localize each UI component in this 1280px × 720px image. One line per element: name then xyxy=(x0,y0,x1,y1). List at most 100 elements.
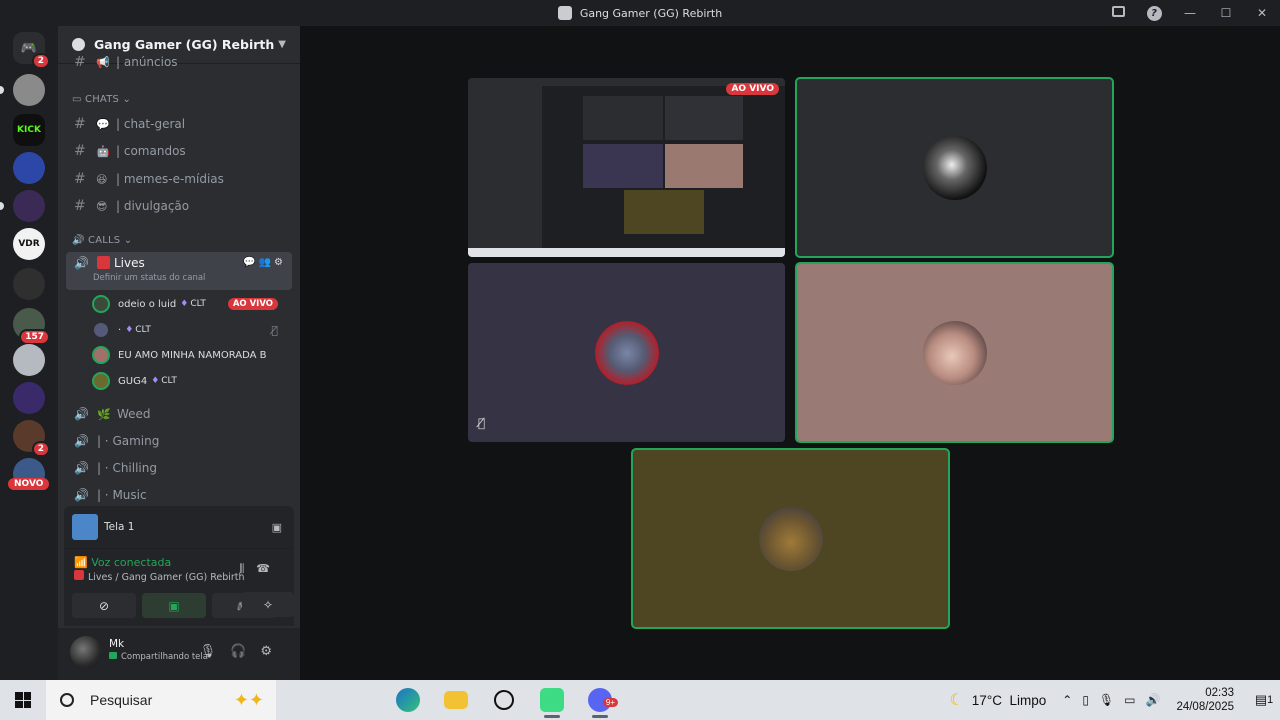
home-badge: 2 xyxy=(31,53,50,69)
voice-status[interactable]: 📶 Voz conectada xyxy=(74,556,171,569)
close-button[interactable]: ✕ xyxy=(1244,6,1280,20)
minimize-button[interactable]: — xyxy=(1172,6,1208,20)
channel-divulgacao[interactable]: # 😎 | divulgação xyxy=(66,193,292,219)
settings-gear-icon[interactable]: ⚙ xyxy=(260,644,286,659)
disconnect-icon[interactable]: ☎ xyxy=(256,562,282,575)
user-name: · xyxy=(118,324,122,336)
channel-memes[interactable]: # 😆 | memes-e-mídias xyxy=(66,166,292,192)
stop-stream-icon[interactable]: ▣ xyxy=(272,521,282,534)
server-avatar[interactable] xyxy=(13,344,45,376)
server-avatar[interactable] xyxy=(13,268,45,300)
discord-app-icon[interactable]: 9+ xyxy=(576,680,624,720)
tray-icons[interactable]: ⌃▯🎙▭🔊 xyxy=(1062,693,1170,707)
explorer-app-icon[interactable] xyxy=(432,680,480,720)
maximize-button[interactable]: ☐ xyxy=(1208,6,1244,20)
server-avatar[interactable] xyxy=(13,152,45,184)
vdr-server-icon[interactable]: VDR xyxy=(13,228,45,260)
category-chats[interactable]: ▭ CHATS ⌄ xyxy=(72,94,131,105)
kick-server-icon[interactable]: KICK xyxy=(13,114,45,146)
notif-count: 1 xyxy=(1267,694,1274,706)
channel-label: | divulgação xyxy=(116,199,190,213)
weather-widget[interactable]: ☾ 17°C Limpo xyxy=(949,690,1046,710)
server-avatar[interactable]: 2 xyxy=(13,420,50,457)
channel-label: | · Chilling xyxy=(96,461,157,475)
server-avatar[interactable] xyxy=(0,74,45,106)
channel-anuncios[interactable]: # 📢 | anúncios xyxy=(66,56,292,71)
server-badge: 157 xyxy=(19,329,50,345)
voice-channel-gaming[interactable]: 🔊 | · Gaming xyxy=(66,428,292,454)
stream-tile[interactable]: AO VIVO xyxy=(468,78,785,257)
weather-label: Limpo xyxy=(1009,692,1047,708)
edge-app-icon[interactable] xyxy=(384,680,432,720)
server-avatar[interactable] xyxy=(0,190,45,222)
microphone-icon[interactable]: 🎙 xyxy=(200,644,231,659)
sunglasses-emoji-icon: 😎 xyxy=(96,200,108,213)
android-app-icon[interactable] xyxy=(528,680,576,720)
notification-button[interactable]: ▤ 1 xyxy=(1248,692,1280,708)
help-icon[interactable]: ? xyxy=(1136,5,1172,21)
voice-stage: AO VIVO 🎙̸ xyxy=(300,26,1280,680)
clock[interactable]: 02:33 24/08/2025 xyxy=(1176,686,1234,714)
channel-status[interactable]: Definir um status do canal xyxy=(93,273,205,283)
leaf-emoji-icon: 🌿 xyxy=(96,408,111,421)
voice-user[interactable]: odeio o luid ♦ CLT AO VIVO xyxy=(92,292,292,316)
soundboard-button[interactable]: ✧ xyxy=(242,592,294,617)
user-tag: ♦ CLT xyxy=(151,376,177,386)
live-badge: AO VIVO xyxy=(227,298,278,310)
channel-chat-geral[interactable]: # 💬 | chat-geral xyxy=(66,111,292,137)
chatgpt-app-icon[interactable] xyxy=(480,680,528,720)
screen-share-panel[interactable]: Tela 1 ▣ xyxy=(64,506,294,548)
participant-tile[interactable] xyxy=(631,448,950,629)
voice-channel-music[interactable]: 🔊 | · Music xyxy=(66,482,292,506)
live-square-icon xyxy=(96,256,110,269)
voice-user[interactable]: · ♦ CLT 🎙̸ xyxy=(92,318,292,342)
voice-user[interactable]: GUG4 ♦ CLT xyxy=(92,369,292,393)
voice-user[interactable]: EU AMO MINHA NAMORADA B xyxy=(92,343,292,367)
discord-app: Gang Gamer (GG) Rebirth ? — ☐ ✕ 🎮 2 KICK… xyxy=(0,0,1280,720)
start-button[interactable] xyxy=(0,680,46,720)
live-badge: AO VIVO xyxy=(726,83,779,95)
channel-actions[interactable]: 💬👥⚙ xyxy=(243,257,286,268)
voice-location[interactable]: Lives / Gang Gamer (GG) Rebirth xyxy=(74,570,245,583)
participant-tile[interactable] xyxy=(795,262,1114,443)
voice-status-label: Voz conectada xyxy=(91,556,172,569)
stream-label: Tela 1 xyxy=(104,521,135,533)
discord-badge: 9+ xyxy=(602,698,618,707)
discord-home-icon[interactable]: 🎮 2 xyxy=(13,32,50,69)
speaker-icon: 🔊 xyxy=(74,407,89,421)
user-name: GUG4 xyxy=(118,375,148,387)
edge-icon xyxy=(396,688,420,712)
signal-icon: 📶 xyxy=(74,556,92,569)
channel-label: | · Music xyxy=(96,488,147,502)
hash-icon: # xyxy=(74,116,86,132)
date: 24/08/2025 xyxy=(1176,701,1234,713)
voice-channel-lives[interactable]: 🔊 Lives Definir um status do canal 💬👥⚙ xyxy=(66,252,292,290)
category-calls[interactable]: 🔊 CALLS ⌄ xyxy=(72,235,132,246)
android-icon xyxy=(540,688,564,712)
screen-share-button[interactable]: ▣ xyxy=(142,593,206,618)
temperature: 17°C xyxy=(971,692,1002,708)
taskbar-search[interactable]: Pesquisar ✦✦ xyxy=(46,680,276,720)
voice-channel-weed[interactable]: 🔊 🌿 Weed xyxy=(66,401,292,427)
inbox-icon[interactable] xyxy=(1100,6,1136,20)
participant-tile[interactable] xyxy=(795,77,1114,258)
folder-icon xyxy=(444,691,468,709)
participant-tile[interactable]: 🎙̸ xyxy=(468,263,785,442)
server-avatar[interactable] xyxy=(13,382,45,414)
hash-icon: # xyxy=(74,56,86,70)
camera-button[interactable]: ⊘ xyxy=(72,593,136,618)
server-name: Gang Gamer (GG) Rebirth xyxy=(94,37,275,52)
window-controls: ? — ☐ ✕ xyxy=(1100,0,1280,26)
speaker-icon: 🔊 xyxy=(74,434,89,448)
search-icon xyxy=(60,693,74,707)
voice-channel-chilling[interactable]: 🔊 | · Chilling xyxy=(66,455,292,481)
avatar[interactable] xyxy=(70,636,102,668)
hash-icon: # xyxy=(74,171,86,187)
notification-icon: ▤ xyxy=(1254,692,1268,707)
channel-comandos[interactable]: # 🤖 | comandos xyxy=(66,138,292,164)
server-badge: 2 xyxy=(31,441,50,457)
server-avatar[interactable]: 157 xyxy=(13,308,50,345)
headphones-icon[interactable]: 🎧 xyxy=(230,644,260,659)
noise-suppression-icon[interactable]: ⫼ xyxy=(239,562,256,575)
screen-thumbnail xyxy=(72,514,98,540)
